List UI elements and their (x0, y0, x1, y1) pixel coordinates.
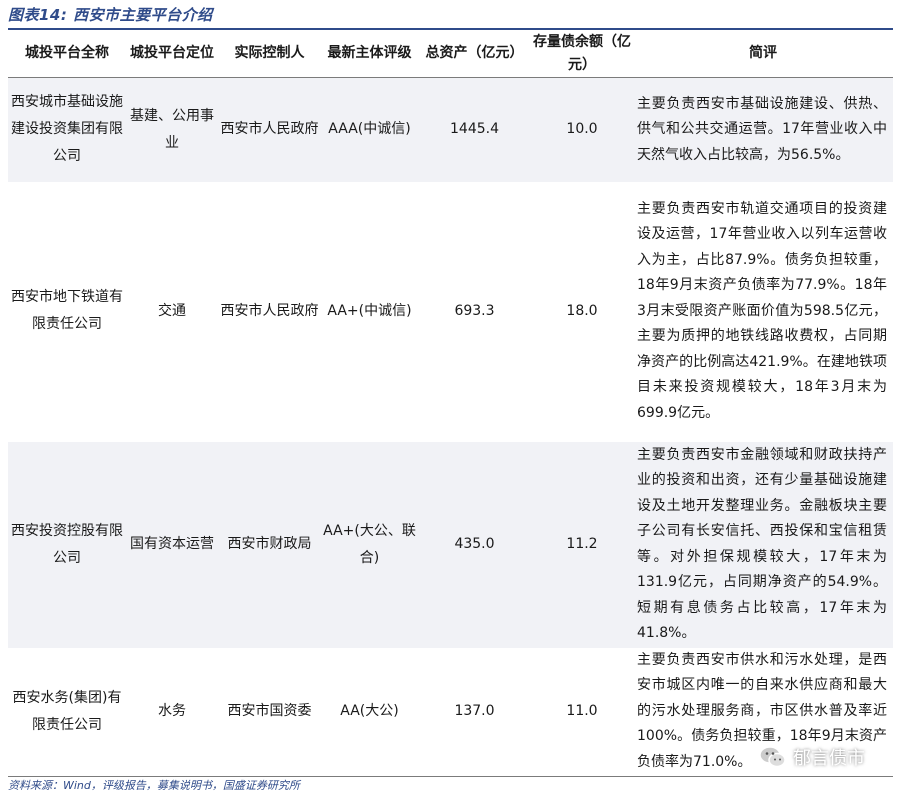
cell-bond-balance: 18.0 (566, 302, 598, 319)
cell-controller: 西安市财政局 (218, 441, 321, 648)
cell-controller: 西安市人民政府 (220, 302, 319, 319)
table-row: 西安投资控股有限公司 国有资本运营 西安市财政局 AA+(大公、联合) 435.… (8, 441, 893, 648)
cell-name: 西安投资控股有限公司 (8, 441, 126, 648)
cell-comment: 主要负责西安市轨道交通项目的投资建设及运营，17年营业收入以列车运营收入为主，占… (637, 200, 887, 421)
cell-bond-balance: 10.0 (531, 77, 633, 182)
cell-total-assets: 137.0 (454, 703, 495, 719)
cell-bond-balance: 11.0 (566, 703, 598, 719)
header-controller: 实际控制人 (218, 30, 321, 78)
cell-rating: AAA(中诚信) (321, 77, 418, 182)
watermark-text: 郁言债市 (793, 748, 865, 769)
cell-controller: 西安市国资委 (227, 703, 312, 719)
header-rating: 最新主体评级 (321, 30, 418, 78)
table-row: 西安城市基础设施建设投资集团有限公司 基建、公用事业 西安市人民政府 AAA(中… (8, 77, 893, 182)
cell-total-assets: 693.3 (454, 302, 495, 319)
cell-bond-balance: 11.2 (531, 441, 633, 648)
cell-position: 国有资本运营 (126, 441, 218, 648)
platform-table: 城投平台全称 城投平台定位 实际控制人 最新主体评级 总资产（亿元） 存量债余额… (8, 30, 893, 776)
cell-controller: 西安市人民政府 (218, 77, 321, 182)
header-position: 城投平台定位 (126, 30, 218, 78)
cell-rating: AA+(大公、联合) (321, 441, 418, 648)
figure-title: 图表14: 西安市主要平台介绍 (8, 6, 213, 24)
header-comment: 简评 (633, 30, 893, 78)
header-bond-balance: 存量债余额（亿元） (531, 30, 633, 78)
cell-rating: AA+(中诚信) (327, 302, 412, 319)
cell-comment: 主要负责西安市基础设施建设、供热、供气和公共交通运营。17年营业收入中天然气收入… (633, 77, 893, 182)
table-row: 西安市地下铁道有限责任公司 交通 西安市人民政府 AA+(中诚信) 693.3 … (8, 182, 893, 442)
cell-comment: 主要负责西安市金融领域和财政扶持产业的投资和出资，还有少量基础设施建设及土地开发… (633, 441, 893, 648)
header-total-assets: 总资产（亿元） (418, 30, 531, 78)
cell-position: 交通 (158, 302, 186, 319)
cell-position: 水务 (158, 703, 186, 719)
header-name: 城投平台全称 (8, 30, 126, 78)
wechat-icon (759, 746, 786, 768)
cell-name: 西安市地下铁道有限责任公司 (11, 289, 123, 333)
watermark: 郁言债市 (759, 742, 877, 772)
source-note: 资料来源：Wind，评级报告，募集说明书，国盛证券研究所 (8, 779, 300, 792)
cell-position: 基建、公用事业 (126, 77, 218, 182)
table-header-row: 城投平台全称 城投平台定位 实际控制人 最新主体评级 总资产（亿元） 存量债余额… (8, 30, 893, 78)
cell-name: 西安城市基础设施建设投资集团有限公司 (8, 77, 126, 182)
cell-total-assets: 1445.4 (418, 77, 531, 182)
cell-name: 西安水务(集团)有限责任公司 (12, 689, 122, 733)
cell-rating: AA(大公) (340, 703, 399, 719)
cell-total-assets: 435.0 (418, 441, 531, 648)
